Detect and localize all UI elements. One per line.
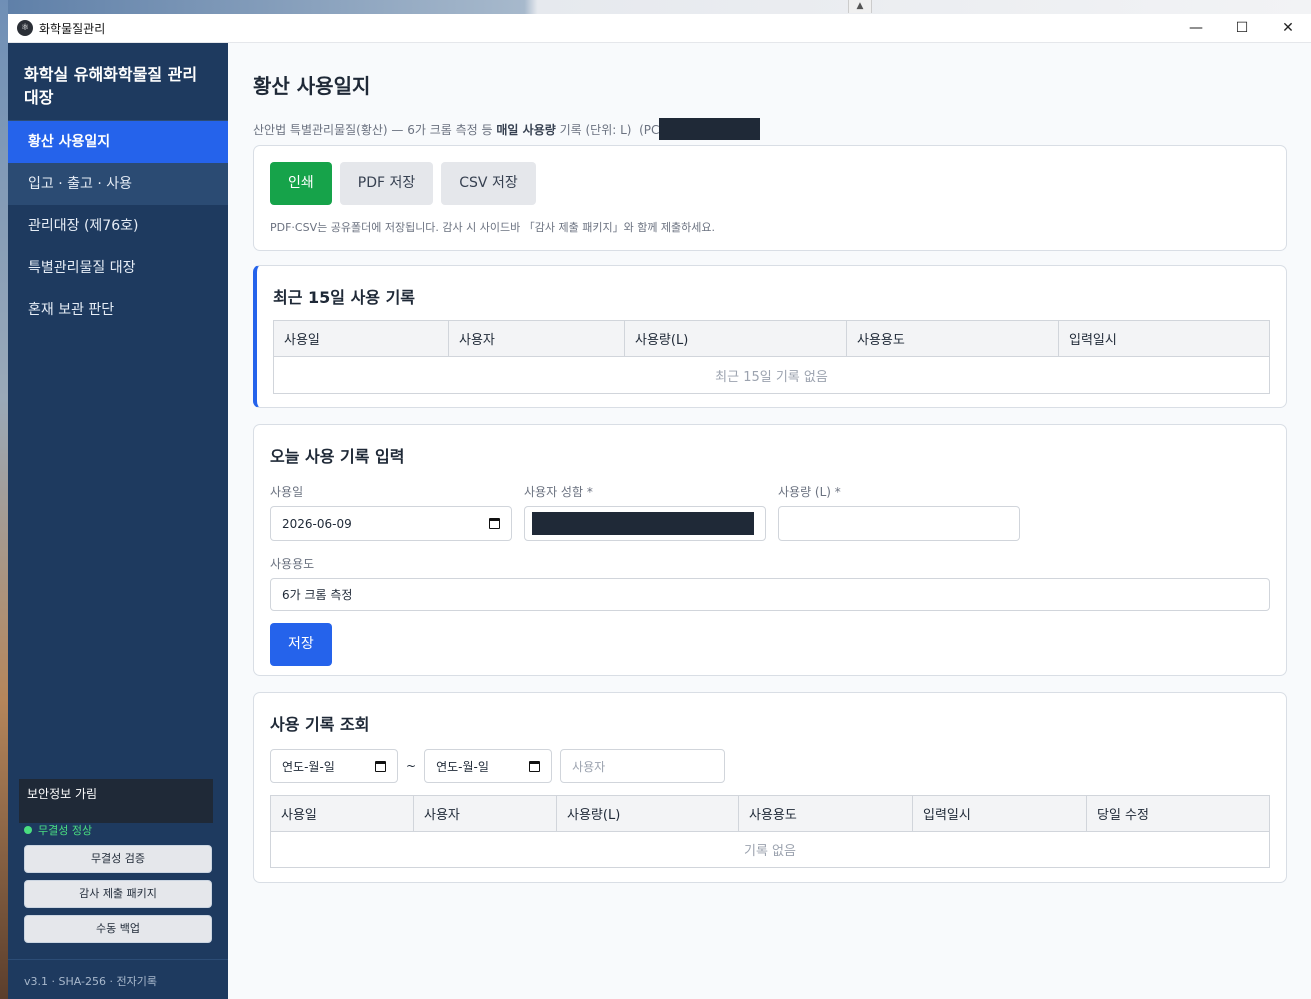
redacted-block xyxy=(532,512,754,535)
status-dot-icon xyxy=(24,826,32,834)
sidebar: 화학실 유해화학물질 관리 대장 황산 사용일지 입고 · 출고 · 사용 관리… xyxy=(8,43,228,999)
amount-label: 사용량 (L) * xyxy=(778,485,841,499)
recent-records-title: 최근 15일 사용 기록 xyxy=(273,288,416,307)
maximize-button[interactable]: ☐ xyxy=(1219,14,1265,43)
page-title: 황산 사용일지 xyxy=(253,74,371,98)
main-content: 황산 사용일지 산안법 특별관리물질(황산) — 6가 크롬 측정 등 매일 사… xyxy=(228,43,1311,999)
export-card: 인쇄 PDF 저장 CSV 저장 PDF·CSV는 공유폴더에 저장됩니다. 감… xyxy=(253,145,1287,251)
entry-form-title: 오늘 사용 기록 입력 xyxy=(270,447,405,466)
sidebar-item-mixed-storage[interactable]: 혼재 보관 판단 xyxy=(8,289,228,331)
date-input[interactable]: 2026-06-09 xyxy=(270,506,512,541)
from-date-placeholder: 연도-월-일 xyxy=(282,759,335,774)
column-header: 사용용도 xyxy=(846,320,1059,357)
manual-backup-button[interactable]: 수동 백업 xyxy=(24,915,212,943)
minimize-button[interactable]: — xyxy=(1173,14,1219,43)
verify-integrity-button[interactable]: 무결성 검증 xyxy=(24,845,212,873)
purpose-label: 사용용도 xyxy=(270,557,315,571)
date-input-value: 2026-06-09 xyxy=(282,516,352,531)
column-header: 사용일 xyxy=(273,320,449,357)
sidebar-item-special-ledger[interactable]: 특별관리물질 대장 xyxy=(8,247,228,289)
column-header: 사용자 xyxy=(448,320,625,357)
query-results-table: 사용일 사용자 사용량(L) 사용용도 입력일시 당일 수정 기록 없음 xyxy=(270,795,1270,868)
to-date-input[interactable]: 연도-월-일 xyxy=(424,749,553,783)
close-button[interactable]: ✕ xyxy=(1265,14,1311,43)
user-name-label: 사용자 성함 * xyxy=(524,485,593,499)
user-filter-placeholder: 사용자 xyxy=(572,759,606,774)
redacted-block xyxy=(659,118,761,140)
recent-records-card: 최근 15일 사용 기록 사용일 사용자 사용량(L) 사용용도 입력일시 최근… xyxy=(253,265,1287,408)
window-title: 화학물질관리 xyxy=(39,21,106,36)
sidebar-item-sulfuric-log[interactable]: 황산 사용일지 xyxy=(8,121,228,163)
title-bar: ⚛ 화학물질관리 — ☐ ✕ xyxy=(8,14,1311,43)
table-row: 최근 15일 기록 없음 xyxy=(273,356,1270,394)
version-footer: v3.1 · SHA-256 · 전자기록 xyxy=(8,959,228,999)
column-header: 사용량(L) xyxy=(624,320,847,357)
column-header: 사용용도 xyxy=(738,795,913,832)
csv-save-button[interactable]: CSV 저장 xyxy=(441,162,536,205)
integrity-status: 무결성 정상 xyxy=(24,822,92,838)
print-button[interactable]: 인쇄 xyxy=(270,162,332,205)
pdf-save-button[interactable]: PDF 저장 xyxy=(339,162,434,205)
purpose-input[interactable]: 6가 크롬 측정 xyxy=(270,578,1270,611)
calendar-icon[interactable] xyxy=(489,518,500,529)
table-header-row: 사용일 사용자 사용량(L) 사용용도 입력일시 당일 수정 xyxy=(270,795,1270,832)
amount-input[interactable] xyxy=(778,506,1020,541)
export-hint: PDF·CSV는 공유폴더에 저장됩니다. 감사 시 사이드바 「감사 제출 패… xyxy=(270,221,716,234)
from-date-input[interactable]: 연도-월-일 xyxy=(270,749,398,783)
page-subtitle: 산안법 특별관리물질(황산) — 6가 크롬 측정 등 매일 사용량 기록 (단… xyxy=(253,118,1295,140)
app-logo-icon: ⚛ xyxy=(17,20,33,36)
empty-message: 최근 15일 기록 없음 xyxy=(273,356,1270,394)
sidebar-item-inout[interactable]: 입고 · 출고 · 사용 xyxy=(8,163,228,205)
subtitle-bold: 매일 사용량 xyxy=(496,122,556,137)
range-separator: ~ xyxy=(406,759,417,773)
sidebar-item-ledger[interactable]: 관리대장 (제76호) xyxy=(8,205,228,247)
app-window: ⚛ 화학물질관리 — ☐ ✕ 화학실 유해화학물질 관리 대장 황산 사용일지 … xyxy=(8,14,1311,999)
column-header: 입력일시 xyxy=(1058,320,1270,357)
query-card: 사용 기록 조회 연도-월-일 ~ 연도-월-일 사용자 사용일 사용자 사용량… xyxy=(253,692,1287,883)
column-header: 사용량(L) xyxy=(556,795,739,832)
user-name-input[interactable] xyxy=(524,506,766,541)
desktop-background-left xyxy=(0,0,8,999)
window-controls: — ☐ ✕ xyxy=(1173,14,1311,43)
scroll-up-arrow-icon: ▲ xyxy=(848,0,872,13)
table-header-row: 사용일 사용자 사용량(L) 사용용도 입력일시 xyxy=(273,320,1270,357)
column-header: 사용자 xyxy=(413,795,557,832)
column-header: 사용일 xyxy=(270,795,414,832)
entry-form-card: 오늘 사용 기록 입력 사용일 2026-06-09 사용자 성함 * 사용량 … xyxy=(253,424,1287,676)
query-title: 사용 기록 조회 xyxy=(270,715,370,734)
audit-package-button[interactable]: 감사 제출 패키지 xyxy=(24,880,212,908)
security-redacted-box: 보안정보 가림 xyxy=(19,779,213,823)
to-date-placeholder: 연도-월-일 xyxy=(436,759,489,774)
subtitle-prefix: 산안법 특별관리물질(황산) — 6가 크롬 측정 등 xyxy=(253,122,497,137)
user-filter-input[interactable]: 사용자 xyxy=(560,749,726,783)
column-header: 당일 수정 xyxy=(1086,795,1270,832)
empty-message: 기록 없음 xyxy=(270,831,1270,868)
date-label: 사용일 xyxy=(270,485,304,499)
desktop-background-top xyxy=(0,0,1311,14)
sidebar-title: 화학실 유해화학물질 관리 대장 xyxy=(8,43,228,121)
recent-records-table: 사용일 사용자 사용량(L) 사용용도 입력일시 최근 15일 기록 없음 xyxy=(273,320,1270,394)
integrity-status-text: 무결성 정상 xyxy=(38,824,93,837)
subtitle-suffix: 기록 (단위: L) (PC xyxy=(555,122,660,137)
calendar-icon[interactable] xyxy=(375,760,386,772)
save-button[interactable]: 저장 xyxy=(270,623,332,666)
calendar-icon[interactable] xyxy=(529,760,541,772)
column-header: 입력일시 xyxy=(912,795,1087,832)
table-row: 기록 없음 xyxy=(270,831,1270,868)
